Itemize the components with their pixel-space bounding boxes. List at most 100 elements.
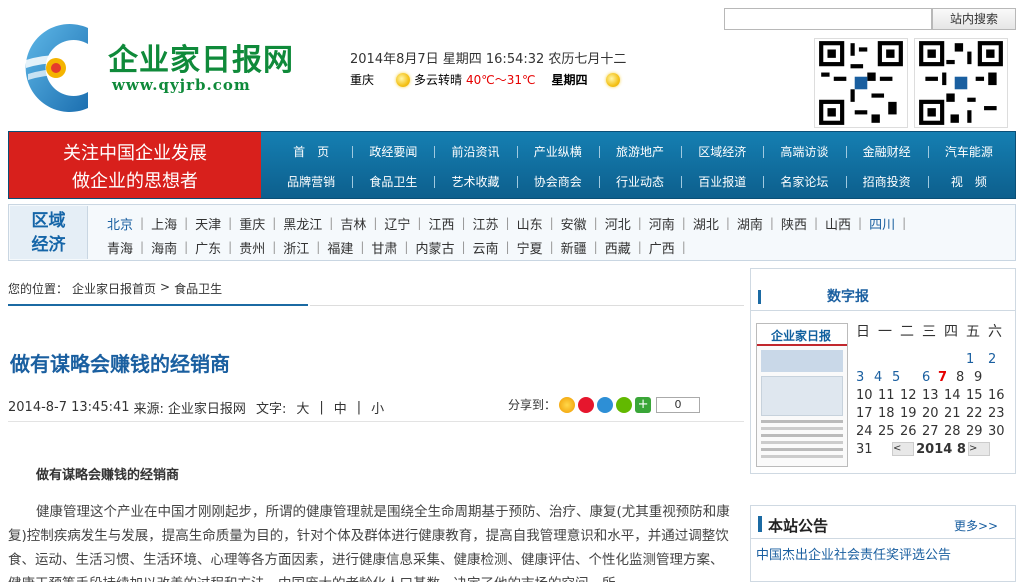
calendar-day[interactable]: 5: [892, 370, 922, 385]
region-city[interactable]: 山东: [510, 214, 550, 233]
region-city[interactable]: 青海: [100, 238, 140, 257]
calendar-day[interactable]: 26: [900, 424, 922, 439]
calendar-day[interactable]: 8: [956, 370, 974, 385]
calendar-day[interactable]: 6: [922, 370, 938, 385]
newspaper-thumbnail[interactable]: 企业家日报: [756, 323, 848, 467]
region-city[interactable]: 浙江: [276, 238, 316, 257]
search-button[interactable]: 站内搜索: [932, 8, 1016, 30]
search-input[interactable]: [724, 8, 932, 30]
nav-item[interactable]: 视 频: [927, 173, 1010, 190]
calendar-day[interactable]: 4: [874, 370, 892, 385]
calendar-day[interactable]: 27: [922, 424, 944, 439]
breadcrumb-current[interactable]: 食品卫生: [174, 280, 222, 297]
nav-item[interactable]: 行业动态: [598, 173, 681, 190]
region-city[interactable]: 四川: [862, 214, 902, 233]
weibo-icon[interactable]: [578, 396, 595, 413]
more-share-icon[interactable]: +: [635, 396, 652, 413]
region-city[interactable]: 宁夏: [510, 238, 550, 257]
font-size-large[interactable]: 大: [290, 398, 315, 417]
calendar-day[interactable]: 19: [900, 406, 922, 421]
calendar-day[interactable]: 10: [856, 388, 878, 403]
tencent-weibo-icon[interactable]: [597, 396, 614, 413]
region-city[interactable]: 湖北: [686, 214, 726, 233]
breadcrumb-home[interactable]: 企业家日报首页: [72, 280, 156, 297]
nav-item[interactable]: 政经要闻: [352, 143, 434, 160]
region-city[interactable]: 陕西: [774, 214, 814, 233]
region-city[interactable]: 重庆: [232, 214, 272, 233]
region-city[interactable]: 贵州: [232, 238, 272, 257]
region-city[interactable]: 上海: [144, 214, 184, 233]
calendar-next-button[interactable]: >: [968, 442, 990, 456]
calendar-day[interactable]: 31: [856, 442, 892, 457]
font-size-medium[interactable]: 中: [328, 398, 353, 417]
nav-item[interactable]: 金融财经: [845, 143, 928, 160]
calendar-day[interactable]: 2: [988, 352, 1010, 367]
nav-item[interactable]: 前沿资讯: [434, 143, 516, 160]
calendar-day[interactable]: 23: [988, 406, 1010, 421]
nav-item[interactable]: 汽车能源: [927, 143, 1010, 160]
calendar-day[interactable]: 14: [944, 388, 966, 403]
region-city[interactable]: 新疆: [554, 238, 594, 257]
calendar-today[interactable]: 7: [938, 370, 956, 385]
notice-more-link[interactable]: 更多>>: [954, 517, 998, 534]
nav-item[interactable]: 旅游地产: [598, 143, 681, 160]
qzone-icon[interactable]: [559, 396, 576, 413]
calendar-day[interactable]: 1: [966, 352, 988, 367]
region-city[interactable]: 江苏: [466, 214, 506, 233]
nav-item[interactable]: 产业纵横: [516, 143, 599, 160]
calendar-day[interactable]: 25: [878, 424, 900, 439]
source-label: 来源:: [133, 402, 164, 417]
region-city[interactable]: 天津: [188, 214, 228, 233]
calendar-day[interactable]: 18: [878, 406, 900, 421]
calendar-day[interactable]: 17: [856, 406, 878, 421]
region-city[interactable]: 云南: [466, 238, 506, 257]
region-city[interactable]: 内蒙古: [408, 238, 461, 257]
calendar-day[interactable]: 28: [944, 424, 966, 439]
region-city[interactable]: 辽宁: [377, 214, 417, 233]
calendar-day[interactable]: 20: [922, 406, 944, 421]
region-city[interactable]: 广东: [188, 238, 228, 257]
nav-item[interactable]: 名家论坛: [763, 173, 845, 190]
nav-item[interactable]: 首 页: [270, 143, 352, 160]
share-count: 0: [656, 396, 701, 413]
calendar-day[interactable]: 9: [974, 370, 996, 385]
calendar-prev-button[interactable]: <: [892, 442, 914, 456]
calendar-day[interactable]: 3: [856, 370, 874, 385]
region-city[interactable]: 福建: [320, 238, 360, 257]
region-city[interactable]: 黑龙江: [276, 214, 329, 233]
nav-item[interactable]: 区域经济: [681, 143, 763, 160]
region-city[interactable]: 安徽: [554, 214, 594, 233]
region-city[interactable]: 湖南: [730, 214, 770, 233]
breadcrumb-divider: [310, 305, 744, 306]
calendar-day[interactable]: 15: [966, 388, 988, 403]
notice-item[interactable]: 中国杰出企业社会责任奖评选公告: [756, 544, 951, 563]
nav-item[interactable]: 协会商会: [516, 173, 599, 190]
calendar-day[interactable]: 30: [988, 424, 1010, 439]
region-city[interactable]: 江西: [421, 214, 461, 233]
nav-item[interactable]: 招商投资: [845, 173, 928, 190]
calendar-day[interactable]: 21: [944, 406, 966, 421]
nav-item[interactable]: 百业报道: [681, 173, 763, 190]
region-city[interactable]: 海南: [144, 238, 184, 257]
wechat-icon[interactable]: [616, 396, 633, 413]
calendar-day[interactable]: 11: [878, 388, 900, 403]
region-city[interactable]: 河南: [642, 214, 682, 233]
region-city[interactable]: 西藏: [598, 238, 638, 257]
nav-item[interactable]: 高端访谈: [763, 143, 845, 160]
region-city[interactable]: 广西: [642, 238, 682, 257]
region-city[interactable]: 北京: [100, 214, 140, 233]
font-size-small[interactable]: 小: [365, 398, 390, 417]
calendar-day[interactable]: 13: [922, 388, 944, 403]
region-city[interactable]: 河北: [598, 214, 638, 233]
region-city[interactable]: 甘肃: [364, 238, 404, 257]
calendar-day[interactable]: 22: [966, 406, 988, 421]
region-city[interactable]: 吉林: [333, 214, 373, 233]
region-city[interactable]: 山西: [818, 214, 858, 233]
calendar-day[interactable]: 12: [900, 388, 922, 403]
calendar-day[interactable]: 29: [966, 424, 988, 439]
calendar-day[interactable]: 24: [856, 424, 878, 439]
nav-item[interactable]: 品牌营销: [270, 173, 352, 190]
nav-item[interactable]: 艺术收藏: [434, 173, 516, 190]
nav-item[interactable]: 食品卫生: [352, 173, 434, 190]
calendar-day[interactable]: 16: [988, 388, 1010, 403]
